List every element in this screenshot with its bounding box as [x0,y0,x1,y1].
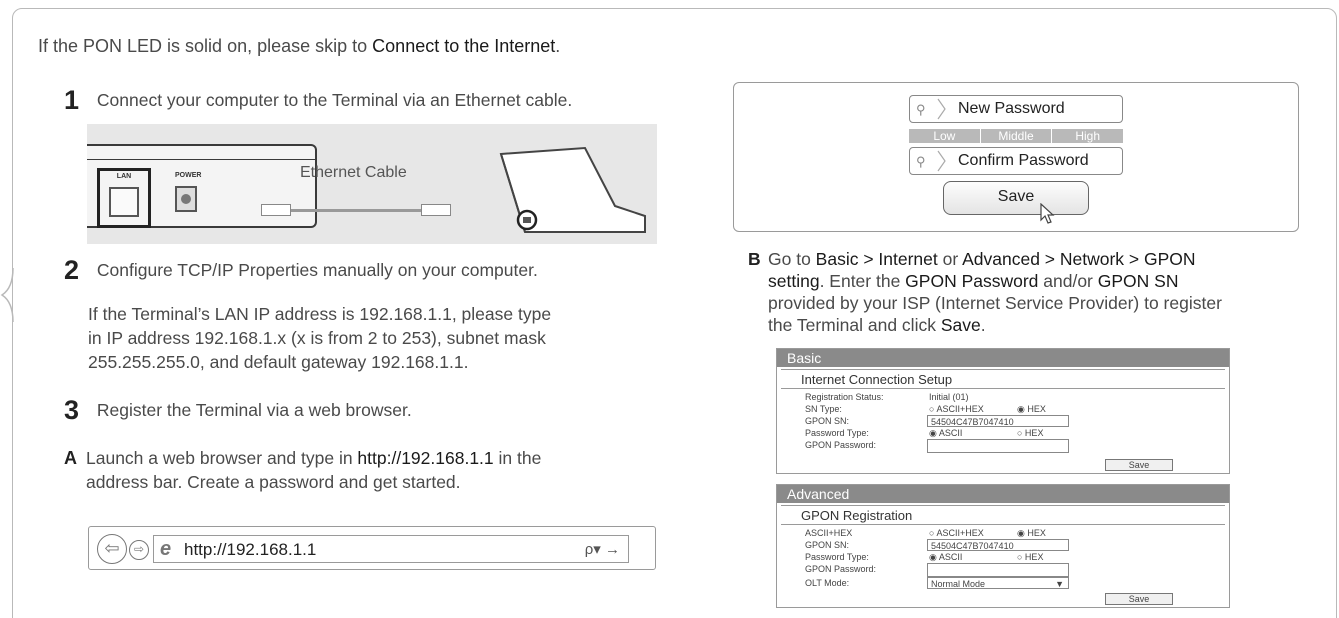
power-port-icon [175,186,197,212]
gpon-password-input[interactable] [927,563,1069,577]
key-icon: ⚲ [916,154,926,169]
ethernet-jack-icon [109,187,139,217]
sn-type-row: SN Type: ○ ASCII+HEX ◉ HEX [805,403,1046,415]
cable-plug-icon [261,204,291,216]
step-number: 1 [64,85,80,115]
radio-ascii[interactable]: ◉ ASCII [929,427,962,439]
gpon-sn-row: GPON SN: 54504C47B7047410 [777,415,1229,427]
step-a: A Launch a web browser and type in http:/… [64,448,542,492]
key-icon: ⚲ [916,102,926,117]
password-strength-meter: Low Middle High [909,129,1123,143]
advanced-panel: Advanced GPON Registration ASCII+HEX ○ A… [776,484,1230,608]
radio-hex[interactable]: ○ HEX [1017,427,1043,439]
back-icon[interactable]: ⇦ [97,534,127,564]
lan-port: LAN [97,168,151,228]
new-password-field[interactable]: ⚲ New Password [909,95,1123,123]
step-text: Configure TCP/IP Properties manually on … [96,260,538,280]
olt-mode-select[interactable]: Normal Mode ▼ [927,577,1069,589]
radio-ascii-hex[interactable]: ○ ASCII+HEX [929,403,984,415]
step-text: Register the Terminal via a web browser. [96,400,412,420]
radio-hex[interactable]: ◉ HEX [1017,403,1046,415]
radio-hex[interactable]: ○ HEX [1017,551,1043,563]
connect-link[interactable]: Connect to the Internet [372,36,555,56]
step-2: 2 Configure TCP/IP Properties manually o… [64,255,538,285]
sn-type-row: ASCII+HEX ○ ASCII+HEX ◉ HEX [805,527,1046,539]
dropdown-arrow-icon: ▼ [1055,579,1064,589]
ie-icon: e [160,538,172,560]
url-value: http://192.168.1.1 [184,540,317,559]
laptop-icon [499,146,646,233]
step-number: 2 [64,255,80,285]
panel-section-title: GPON Registration [781,505,1225,525]
save-button[interactable]: Save [943,181,1089,215]
olt-mode-row: OLT Mode: Normal Mode ▼ [777,577,1229,589]
gpon-sn-input[interactable]: 54504C47B7047410 [927,539,1069,551]
search-go-icon[interactable]: ρ▾ → [585,540,620,558]
chevron-right-icon [937,98,946,120]
save-button[interactable]: Save [1105,593,1173,605]
panel-header: Advanced [777,485,1229,503]
radio-ascii-hex[interactable]: ○ ASCII+HEX [929,527,984,539]
frame-notch [0,268,14,322]
panel-section-title: Internet Connection Setup [781,369,1225,389]
intro-text: If the PON LED is solid on, please skip … [38,36,561,56]
step-b: B Go to Basic > Internet or Advanced > N… [748,249,1222,335]
chevron-right-icon [937,150,946,172]
step-2-detail: If the Terminal’s LAN IP address is 192.… [88,304,552,372]
cable-plug-icon [421,204,451,216]
gpon-password-input[interactable] [927,439,1069,453]
gpon-password-row: GPON Password: [777,563,1229,577]
save-button[interactable]: Save [1105,459,1173,471]
password-form: ⚲ New Password Low Middle High ⚲ Confirm… [733,82,1299,232]
password-type-row: Password Type: ◉ ASCII ○ HEX [805,551,1044,563]
gpon-password-row: GPON Password: [777,439,1229,453]
step-3: 3 Register the Terminal via a web browse… [64,395,412,425]
step-text: Connect your computer to the Terminal vi… [96,90,573,110]
step-1: 1 Connect your computer to the Terminal … [64,85,573,115]
gpon-sn-input[interactable]: 54504C47B7047410 [927,415,1069,427]
confirm-password-field[interactable]: ⚲ Confirm Password [909,147,1123,175]
step-letter: A [64,448,77,468]
panel-header: Basic [777,349,1229,367]
cable-label: Ethernet Cable [300,164,407,181]
radio-hex[interactable]: ◉ HEX [1017,527,1046,539]
step-letter: B [748,249,761,269]
step-number: 3 [64,395,80,425]
browser-address-bar: ⇦ ⇨ e http://192.168.1.1 ρ▾ → [88,526,656,570]
forward-icon[interactable]: ⇨ [129,540,149,560]
cursor-icon [1040,203,1055,224]
basic-panel: Basic Internet Connection Setup Registra… [776,348,1230,474]
password-type-row: Password Type: ◉ ASCII ○ HEX [805,427,1044,439]
power-label: POWER [175,172,202,179]
radio-ascii[interactable]: ◉ ASCII [929,551,962,563]
url-text: http://192.168.1.1 [357,448,494,468]
registration-status-row: Registration Status: Initial (01) [805,392,969,402]
url-input[interactable]: e http://192.168.1.1 ρ▾ → [153,535,629,563]
connection-illustration: LAN POWER Ethernet Cable [87,124,657,244]
gpon-sn-row: GPON SN: 54504C47B7047410 [777,539,1229,551]
